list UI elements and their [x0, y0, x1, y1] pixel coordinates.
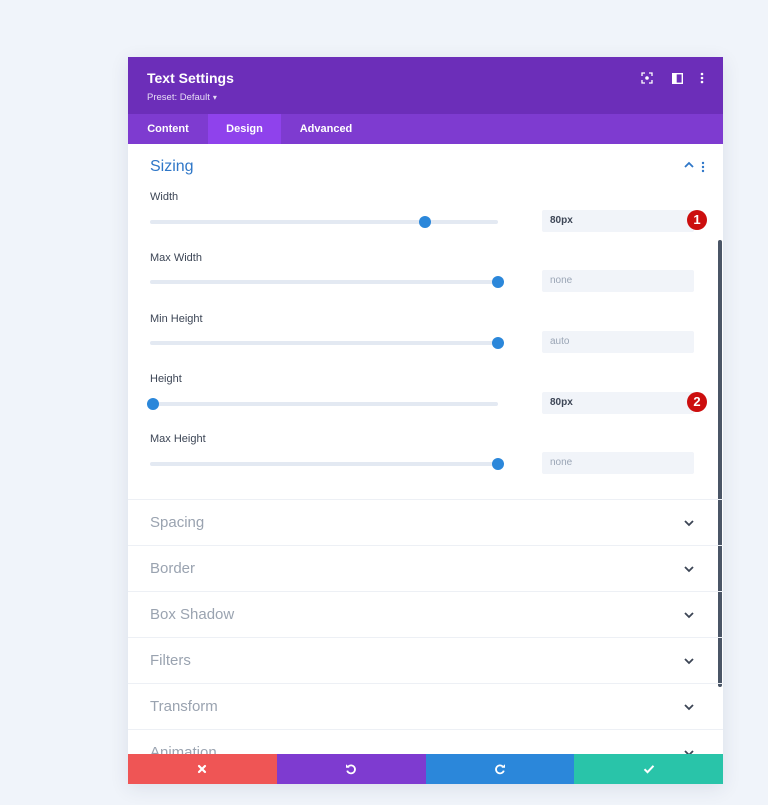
section-title-box-shadow[interactable]: Box Shadow	[150, 606, 234, 623]
divider	[128, 591, 723, 592]
width-label: Width	[150, 191, 179, 203]
min-height-slider-track[interactable]	[150, 337, 504, 349]
redo-icon	[494, 764, 505, 775]
preset-label: Preset: Default	[147, 92, 210, 103]
tab-advanced[interactable]: Advanced	[281, 114, 371, 144]
section-title-filters[interactable]: Filters	[150, 652, 191, 669]
modal-header: Text Settings Preset: Default ▾	[128, 57, 723, 114]
tab-bar: Content Design Advanced	[128, 114, 723, 144]
width-slider-track[interactable]	[150, 216, 498, 228]
chevron-down-icon[interactable]	[682, 654, 696, 668]
divider	[128, 499, 723, 500]
redo-button[interactable]	[425, 754, 575, 784]
save-icon	[643, 765, 654, 774]
max-height-slider-track[interactable]	[150, 458, 504, 470]
chevron-down-icon[interactable]	[682, 700, 696, 714]
max-height-label: Max Height	[150, 433, 206, 445]
chevron-down-icon[interactable]	[682, 608, 696, 622]
text-settings-modal: Text Settings Preset: Default ▾ Content D…	[128, 57, 723, 784]
height-slider-thumb[interactable]	[147, 398, 160, 410]
modal-footer	[128, 754, 723, 784]
divider	[128, 545, 723, 546]
modal-title: Text Settings	[147, 70, 234, 86]
tab-content[interactable]: Content	[128, 114, 208, 144]
min-height-input[interactable]: auto	[542, 331, 694, 353]
focus-icon[interactable]	[640, 71, 654, 85]
undo-button[interactable]	[276, 754, 426, 784]
max-width-slider-thumb[interactable]	[492, 276, 504, 288]
max-height-input[interactable]: none	[542, 452, 694, 474]
section-title-spacing[interactable]: Spacing	[150, 514, 204, 531]
divider	[128, 637, 723, 638]
section-title-border[interactable]: Border	[150, 560, 195, 577]
section-title-transform[interactable]: Transform	[150, 698, 218, 715]
divider	[128, 729, 723, 730]
divider	[128, 683, 723, 684]
min-height-label: Min Height	[150, 313, 203, 325]
chevron-down-icon[interactable]	[682, 562, 696, 576]
height-label: Height	[150, 373, 182, 385]
min-height-slider-thumb[interactable]	[492, 337, 504, 349]
split-view-icon[interactable]	[670, 71, 684, 85]
preset-selector[interactable]: Preset: Default ▾	[147, 92, 217, 103]
more-options-icon[interactable]	[695, 71, 709, 85]
height-slider-track[interactable]	[147, 398, 498, 410]
max-width-input[interactable]: none	[542, 270, 694, 292]
max-width-slider-track[interactable]	[150, 276, 504, 288]
annotation-badge: 1	[687, 210, 707, 230]
max-width-label: Max Width	[150, 252, 202, 264]
width-slider-thumb[interactable]	[418, 216, 431, 228]
chevron-up-icon[interactable]	[682, 158, 696, 172]
width-input[interactable]: 80px	[542, 210, 694, 232]
section-options-icon[interactable]	[700, 160, 706, 174]
undo-icon	[346, 764, 357, 775]
section-title-sizing[interactable]: Sizing	[150, 158, 194, 176]
save-button[interactable]	[574, 754, 723, 784]
discard-icon	[198, 764, 207, 774]
height-input[interactable]: 80px	[542, 392, 694, 414]
scrollbar[interactable]	[718, 240, 722, 687]
max-height-slider-thumb[interactable]	[492, 458, 504, 470]
discard-button[interactable]	[128, 754, 277, 784]
chevron-down-icon[interactable]	[682, 516, 696, 530]
annotation-badge: 2	[687, 392, 707, 412]
tab-design[interactable]: Design	[208, 114, 281, 144]
caret-down-icon: ▾	[212, 93, 217, 102]
